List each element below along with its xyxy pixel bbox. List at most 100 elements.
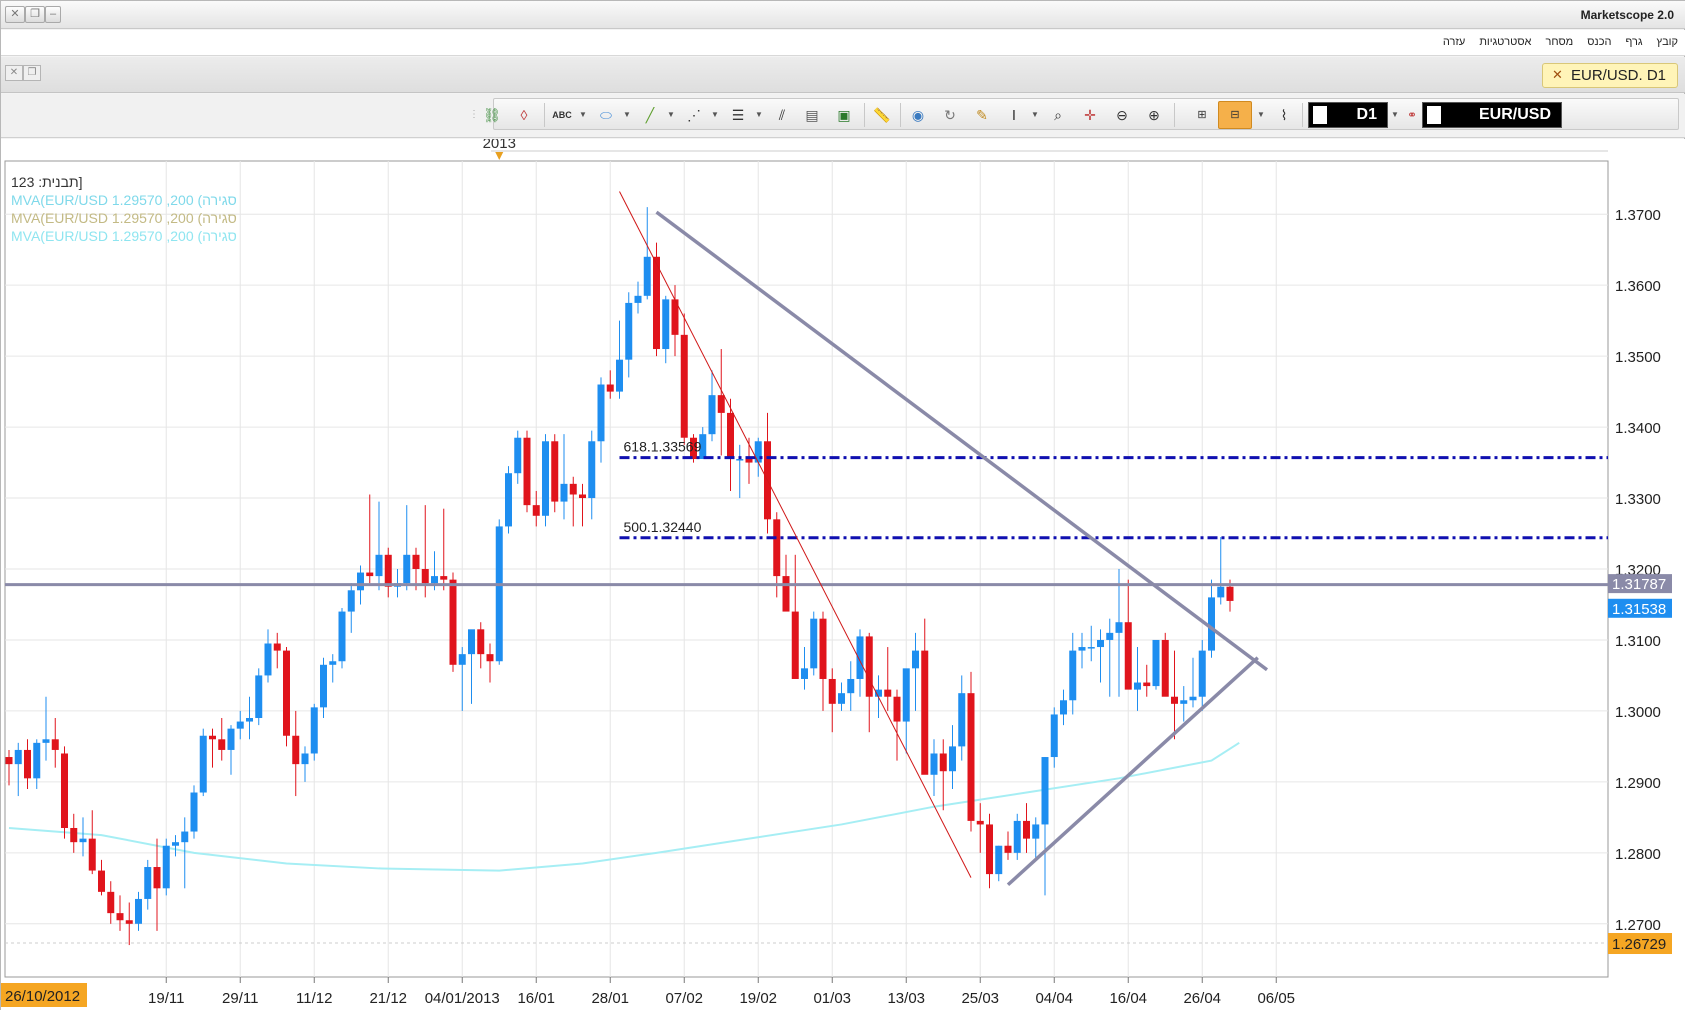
candle-up	[616, 359, 623, 392]
menu-item-chart[interactable]: גרף	[1625, 36, 1642, 48]
chevron-down-icon[interactable]: ▼	[1256, 105, 1266, 125]
chevron-down-icon[interactable]: ▼	[1030, 105, 1040, 125]
zoom-in-icon[interactable]: ⌕	[1048, 105, 1068, 125]
zoom-fit-icon[interactable]: ⊕	[1144, 105, 1164, 125]
candle-up	[1032, 824, 1040, 839]
candle-up	[597, 384, 605, 442]
candle-down	[606, 384, 614, 392]
candle-down	[449, 579, 457, 665]
candlestick-chart[interactable]: 1.37001.36001.35001.34001.33001.32001.31…	[1, 139, 1685, 1010]
candle-down	[967, 693, 975, 821]
x-tick-label: 21/12	[369, 990, 407, 1007]
chevron-down-icon[interactable]: ▼	[666, 105, 676, 125]
fan-tool-icon[interactable]: ⋰	[684, 105, 704, 125]
candle-up	[542, 441, 549, 516]
candle-down	[218, 739, 226, 750]
chart-area[interactable]: 1.3700 1.3600 1.3500 1.3400 1.3300 1.3200 1.31…	[1, 139, 1685, 1010]
candle-down	[717, 395, 725, 413]
candle-up	[329, 661, 337, 665]
link-icon[interactable]: ⚭	[1402, 105, 1422, 125]
menu-item-trading[interactable]: מסחר	[1545, 36, 1573, 48]
chevron-down-icon[interactable]: ▼	[754, 105, 764, 125]
zoom-out-icon[interactable]: ⊖	[1112, 105, 1132, 125]
close-window-button[interactable]: ✕	[5, 6, 25, 23]
lines-tool-icon[interactable]: ☰	[728, 105, 748, 125]
candle-up	[505, 473, 512, 527]
symbol-select[interactable]: EUR/USD	[1422, 102, 1562, 128]
close-doc-button[interactable]: ✕	[5, 65, 23, 81]
app-window: ✕ ❐ – Marketscope 2.0 קובץ גרף הכנס מסחר…	[0, 0, 1685, 1010]
x-tick-label: 25/03	[961, 990, 999, 1007]
candle-down	[1161, 639, 1169, 697]
chart-tab[interactable]: ✕ EUR/USD. D1	[1542, 63, 1678, 88]
candle-up	[14, 749, 22, 765]
candle-up	[1180, 700, 1188, 704]
candle-down	[125, 920, 133, 924]
note-icon[interactable]: ✎	[972, 105, 992, 125]
candle-up	[736, 459, 744, 461]
table-icon[interactable]: ⊟	[1225, 105, 1245, 125]
chevron-down-icon[interactable]: ▼	[710, 105, 720, 125]
refresh-icon[interactable]: ↻	[940, 105, 960, 125]
x-tick-label: 16/04	[1109, 990, 1147, 1007]
candle-down	[1226, 586, 1234, 601]
candle-down	[939, 753, 947, 772]
crosshair-icon[interactable]: ✛	[1080, 105, 1100, 125]
globe-icon[interactable]: ◉	[908, 105, 928, 125]
ellipse-tool-icon[interactable]: ⬭	[596, 105, 616, 125]
timeframe-select[interactable]: D1	[1308, 102, 1388, 128]
layout-icon[interactable]: ⊞	[1192, 105, 1212, 125]
x-tick-label: 13/03	[887, 990, 925, 1007]
image-tool-icon[interactable]: ▣	[834, 105, 854, 125]
candle-up	[662, 299, 670, 350]
chevron-down-icon[interactable]: ▼	[578, 105, 588, 125]
candle-down	[865, 636, 873, 697]
candle-up	[199, 735, 207, 793]
x-tick-label: 29/11	[222, 990, 258, 1007]
candle-down	[532, 505, 540, 516]
candle-up	[949, 746, 956, 772]
y-tick-label: 1.3700	[1615, 207, 1661, 224]
restore-window-button[interactable]: ❐	[25, 6, 45, 23]
candle-down	[782, 576, 790, 612]
candle-down	[986, 824, 993, 875]
candle-down	[523, 437, 531, 506]
toolbar-grip-icon: ⋮	[469, 109, 479, 120]
ruler-icon[interactable]: 📏	[872, 105, 892, 125]
cursor-tool-icon[interactable]: Ⅰ	[1004, 105, 1024, 125]
candle-up	[338, 611, 346, 662]
candle-up	[431, 576, 438, 584]
candle-down	[70, 827, 78, 843]
eraser-icon[interactable]: ◊	[514, 105, 534, 125]
window-tool-icon[interactable]: ▤	[802, 105, 822, 125]
line-tool-icon[interactable]: ╱	[640, 105, 660, 125]
hierarchy-icon[interactable]: ⛓	[482, 105, 502, 125]
symbol-value: EUR/USD	[1478, 106, 1551, 123]
close-tab-icon[interactable]: ✕	[1552, 67, 1563, 83]
chart-type-icon[interactable]: ⌇	[1274, 105, 1294, 125]
candle-up	[301, 753, 309, 765]
candle-up	[560, 483, 568, 502]
year-marker-icon	[495, 152, 504, 160]
channel-tool-icon[interactable]: ⫽	[772, 105, 792, 125]
y-tick-label: 1.3400	[1615, 420, 1661, 437]
candle-up	[958, 693, 966, 747]
menu-item-file[interactable]: קובץ	[1657, 36, 1678, 48]
restore-doc-button[interactable]: ❐	[23, 65, 41, 81]
candle-down	[680, 334, 688, 438]
chevron-down-icon[interactable]: ▼	[1390, 105, 1400, 125]
text-tool-icon[interactable]: ABC	[552, 105, 572, 125]
menu-item-strategies[interactable]: אסטרטגיות	[1479, 36, 1531, 48]
candle-down	[1143, 682, 1151, 687]
menu-bar: קובץ גרף הכנס מסחר אסטרטגיות עזרה	[1, 30, 1685, 56]
legend-mva-2: MVA(EUR/USD 1.29570 ,200 (סגירה	[11, 210, 237, 226]
toolbar-separator	[544, 103, 545, 127]
candle-up	[468, 629, 475, 655]
chevron-down-icon[interactable]: ▼	[622, 105, 632, 125]
menu-item-help[interactable]: עזרה	[1443, 36, 1465, 48]
candle-down	[421, 569, 429, 584]
minimize-window-button[interactable]: –	[45, 6, 61, 23]
candle-down	[1023, 820, 1030, 839]
menu-item-insert[interactable]: הכנס	[1587, 36, 1611, 48]
ask-price-label: 1.31787	[1612, 576, 1666, 593]
